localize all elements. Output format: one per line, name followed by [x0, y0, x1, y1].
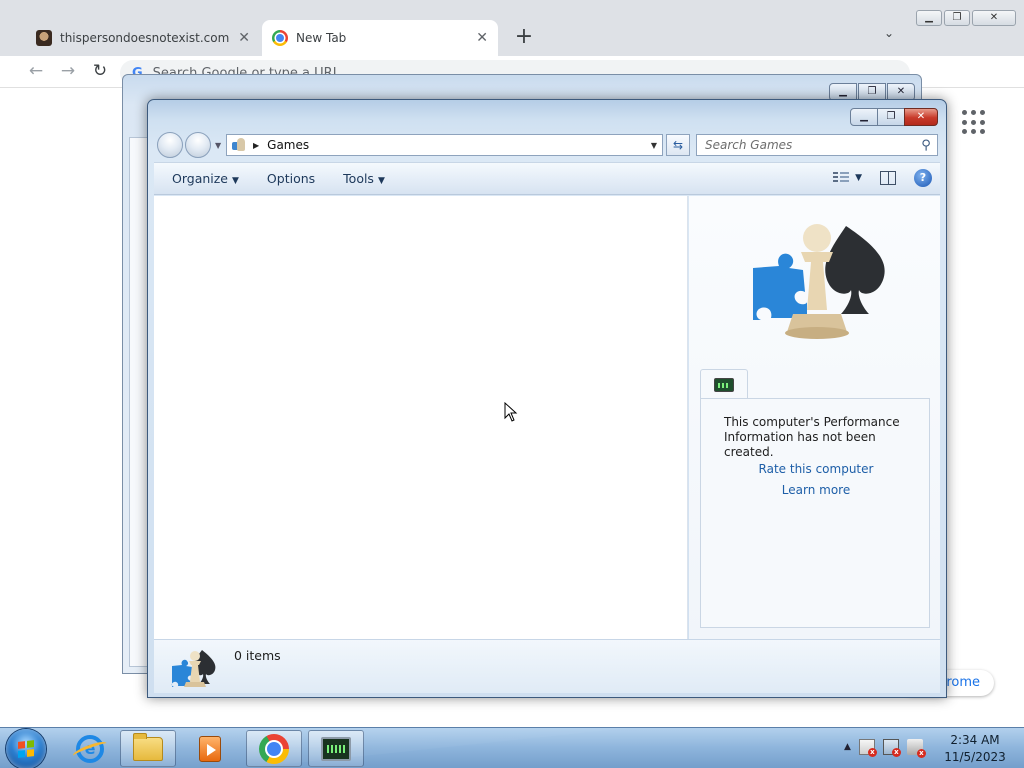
games-explorer-window: ▁ ❐ ✕ ▼ ▶ Games ▼ ⇆ ⚲ Organize▼ Options …: [147, 99, 947, 698]
clock-time: 2:34 AM: [950, 733, 1000, 747]
forward-arrow-icon[interactable]: →: [58, 61, 78, 81]
games-list-pane[interactable]: [154, 196, 688, 639]
tab-title: New Tab: [296, 31, 347, 45]
performance-panel: This computer's Performance Information …: [700, 398, 930, 628]
organize-menu[interactable]: Organize ▼: [158, 171, 253, 186]
search-box[interactable]: ⚲: [696, 134, 938, 156]
network-icon[interactable]: x: [882, 739, 901, 757]
media-player-button[interactable]: [182, 730, 238, 767]
games-folder-icon: [231, 137, 247, 153]
change-view-icon[interactable]: [833, 171, 850, 185]
taskbar: e ▲ x x x 2:34 AM 11/5/2023: [0, 727, 1024, 768]
reload-icon[interactable]: ↻: [90, 61, 110, 81]
system-tray: ▲ x x x: [844, 739, 926, 758]
games-small-icon: [171, 650, 216, 687]
tools-menu[interactable]: Tools ▼: [329, 171, 399, 186]
help-icon[interactable]: ?: [914, 169, 932, 187]
search-input[interactable]: [705, 138, 915, 152]
clock-date: 11/5/2023: [944, 750, 1006, 764]
show-hidden-icons-icon[interactable]: ▲: [844, 742, 851, 752]
preview-pane: This computer's Performance Information …: [689, 196, 940, 639]
mouse-cursor-icon: [504, 402, 518, 422]
performance-message: This computer's Performance Information …: [724, 415, 900, 459]
tab-thispersondoesnotexist[interactable]: thispersondoesnotexist.com (102 ✕: [26, 20, 260, 56]
performance-tab[interactable]: [700, 369, 748, 399]
command-bar: Organize ▼ Options Tools ▼ ▼ ?: [154, 162, 940, 195]
address-dropdown-icon[interactable]: ▼: [646, 141, 662, 150]
performance-icon: [321, 736, 351, 761]
chrome-favicon-icon: [272, 30, 288, 46]
internet-explorer-button[interactable]: e: [62, 730, 118, 767]
breadcrumb-arrow-icon[interactable]: ▶: [253, 141, 259, 150]
close-button[interactable]: ✕: [904, 108, 938, 126]
minimize-button[interactable]: ▁: [850, 108, 878, 126]
photo-favicon-icon: [36, 30, 52, 46]
close-button[interactable]: ✕: [972, 10, 1016, 26]
performance-button[interactable]: [308, 730, 364, 767]
chrome-icon: [259, 733, 289, 764]
window-controls: ▁ ❐ ✕: [850, 108, 938, 126]
tab-new-tab[interactable]: New Tab ✕: [262, 20, 498, 56]
rate-computer-link[interactable]: Rate this computer: [701, 462, 931, 476]
tools-label: Tools: [343, 171, 374, 186]
windows-explorer-button[interactable]: [120, 730, 176, 767]
media-player-icon: [199, 735, 221, 762]
items-count: 0 items: [234, 648, 281, 663]
chrome-button[interactable]: [246, 730, 302, 767]
back-arrow-icon[interactable]: ←: [26, 61, 46, 81]
clock[interactable]: 2:34 AM 11/5/2023: [940, 732, 1010, 766]
caret-down-icon: ▼: [377, 176, 385, 186]
apps-grid-icon[interactable]: [962, 110, 988, 136]
learn-more-link[interactable]: Learn more: [701, 483, 931, 497]
performance-monitor-icon: [714, 378, 734, 392]
recent-pages-dropdown[interactable]: ▼: [215, 141, 221, 150]
options-button[interactable]: Options: [253, 171, 329, 186]
details-pane: 0 items: [154, 639, 940, 693]
close-icon[interactable]: ✕: [476, 30, 488, 46]
windows-logo-icon: [18, 740, 34, 758]
search-icon[interactable]: ⚲: [915, 138, 937, 153]
start-button[interactable]: [6, 729, 46, 768]
action-center-icon[interactable]: x: [858, 739, 877, 757]
options-label: Options: [266, 171, 316, 186]
caret-down-icon: ▼: [232, 176, 239, 186]
minimize-button[interactable]: ▁: [916, 10, 942, 26]
breadcrumb[interactable]: Games: [267, 138, 646, 152]
new-tab-button[interactable]: +: [512, 24, 536, 49]
refresh-button[interactable]: ⇆: [666, 134, 690, 156]
navigation-buttons: ▼: [157, 132, 221, 158]
address-bar[interactable]: ▶ Games ▼: [226, 134, 663, 156]
chrome-window-controls: ▁ ❐ ✕: [916, 10, 1016, 26]
chrome-tab-strip: thispersondoesnotexist.com (102 ✕ New Ta…: [0, 0, 1024, 56]
internet-explorer-icon: e: [76, 734, 104, 763]
back-button[interactable]: [157, 132, 183, 158]
folder-icon: [133, 732, 163, 761]
volume-icon[interactable]: x: [906, 739, 926, 758]
preview-pane-icon[interactable]: [880, 171, 896, 185]
forward-button[interactable]: [185, 132, 211, 158]
command-bar-right: ▼ ?: [833, 169, 932, 187]
games-logo-icon: [753, 224, 885, 339]
organize-label: Organize: [172, 171, 228, 186]
chevron-down-icon[interactable]: ⌄: [884, 26, 894, 40]
view-options-icon[interactable]: ▼: [855, 173, 862, 183]
maximize-button[interactable]: ❐: [877, 108, 905, 126]
close-icon[interactable]: ✕: [238, 30, 250, 46]
tab-title: thispersondoesnotexist.com (102: [60, 31, 232, 45]
maximize-button[interactable]: ❐: [944, 10, 970, 26]
